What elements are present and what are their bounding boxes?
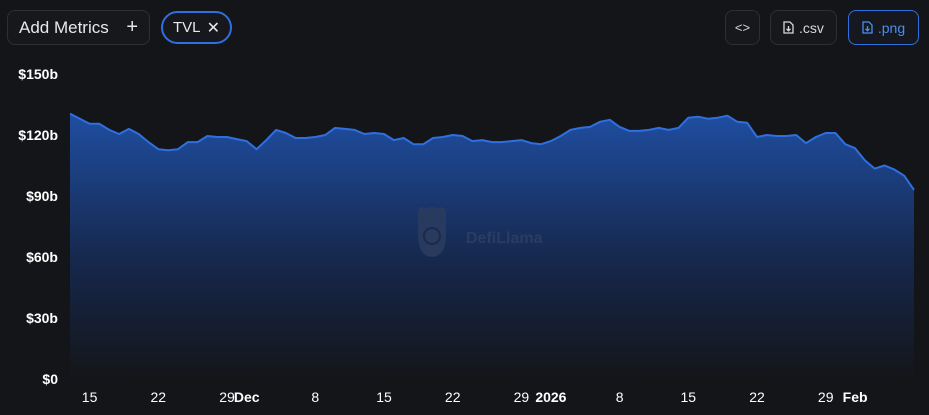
tvl-area-chart: $150b $120b $90b $60b $30b $0 DefiLlama 15 22 2… <box>18 66 915 405</box>
x-tick-label: 29 <box>818 389 834 405</box>
close-icon[interactable]: ✕ <box>207 18 220 38</box>
x-tick-label: 22 <box>151 389 167 405</box>
y-tick-label: $60b <box>26 249 58 265</box>
y-tick-label: $150b <box>18 66 58 82</box>
x-tick-label: Dec <box>234 389 260 405</box>
x-tick-label: 8 <box>616 389 624 405</box>
y-tick-label: $0 <box>42 371 58 387</box>
x-tick-label: 15 <box>82 389 98 405</box>
download-file-icon <box>862 21 873 34</box>
x-tick-label: 15 <box>376 389 392 405</box>
csv-label: .csv <box>799 19 824 36</box>
png-label: .png <box>877 19 906 36</box>
tvl-metric-chip[interactable]: TVL ✕ <box>161 11 232 44</box>
x-tick-label: 22 <box>749 389 765 405</box>
add-metrics-button[interactable]: Add Metrics + <box>7 10 150 45</box>
y-tick-label: $30b <box>26 310 58 326</box>
add-metrics-label: Add Metrics <box>19 17 109 37</box>
x-tick-label: 29 <box>219 389 235 405</box>
x-axis: 15 22 29 Dec 8 15 22 29 2026 8 15 22 29 Feb <box>82 389 868 405</box>
plus-icon: + <box>126 16 138 38</box>
toolbar: Add Metrics + TVL ✕ <> .csv .png <box>0 0 929 56</box>
y-axis: $150b $120b $90b $60b $30b $0 <box>18 66 58 387</box>
y-tick-label: $90b <box>26 188 58 204</box>
y-tick-label: $120b <box>18 127 58 143</box>
embed-code-icon: <> <box>734 20 751 35</box>
download-png-button[interactable]: .png <box>848 10 919 45</box>
x-tick-label: Feb <box>843 389 868 405</box>
llama-logo-icon <box>418 207 446 257</box>
x-tick-label: 15 <box>681 389 697 405</box>
metric-chip-label: TVL <box>173 19 201 36</box>
watermark-text: DefiLlama <box>466 230 543 247</box>
x-tick-label: 29 <box>514 389 530 405</box>
x-tick-label: 2026 <box>535 389 566 405</box>
embed-button[interactable]: <> <box>725 10 760 45</box>
x-tick-label: 22 <box>445 389 461 405</box>
download-file-icon <box>783 21 794 34</box>
x-tick-label: 8 <box>311 389 319 405</box>
download-csv-button[interactable]: .csv <box>770 10 837 45</box>
